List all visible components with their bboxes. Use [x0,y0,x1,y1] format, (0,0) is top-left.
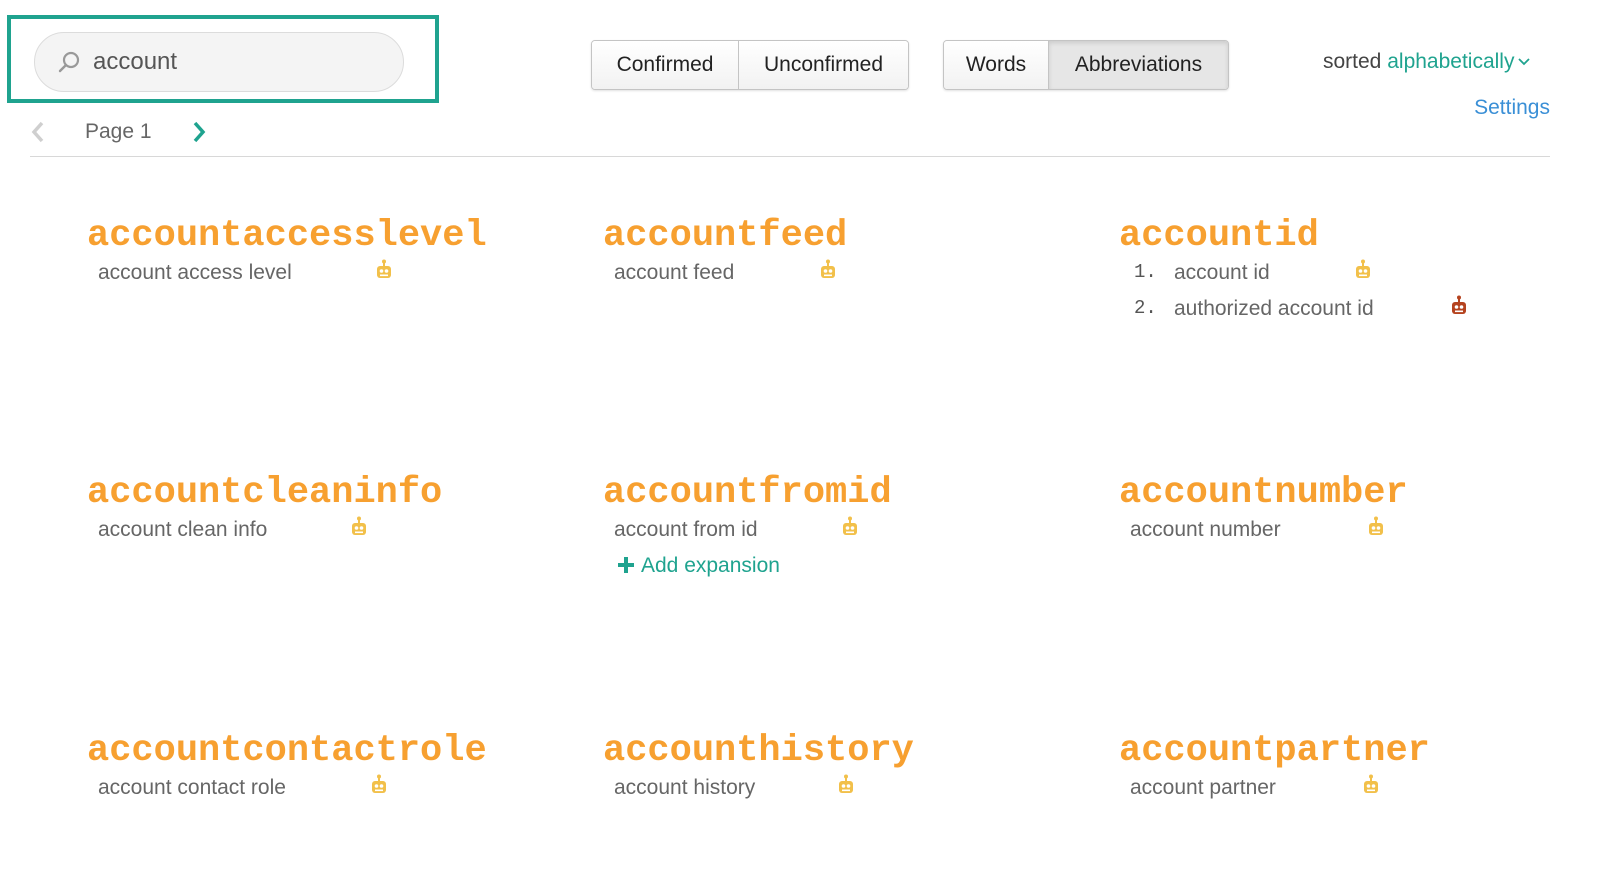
chevron-down-icon [1518,58,1531,66]
entry-card: accountnumber account number [1119,473,1589,549]
sort-prefix: sorted [1323,50,1382,73]
expansion-row: account history [603,772,1073,807]
divider [30,156,1550,157]
expansion-number: 1. [1134,261,1157,283]
abbreviations-button[interactable]: Abbreviations [1048,41,1228,89]
unconfirmed-button[interactable]: Unconfirmed [738,41,908,89]
status-filter-group: Confirmed Unconfirmed [591,40,909,90]
expansion-text: account number [1130,518,1281,541]
abbreviation-title[interactable]: accountcleaninfo [87,473,557,513]
expansion-row: account access level [87,257,557,292]
expansion-row: 2. authorized account id [1119,293,1589,328]
expansion-row: account from id [603,514,1073,549]
settings-link[interactable]: Settings [1474,96,1550,120]
expansion-text: account partner [1130,776,1276,799]
entry-card: accountfeed account feed [603,216,1073,292]
robot-icon [821,259,835,278]
robot-icon [839,774,853,793]
page-label: Page 1 [85,120,152,143]
expansion-text: account contact role [98,776,286,799]
search-highlight-frame [7,15,439,103]
entry-card: accountid 1. account id 2. authorized ac… [1119,216,1589,328]
robot-icon [377,259,391,278]
robot-icon [352,516,366,535]
entry-card: accountpartner account partner [1119,731,1589,807]
expansion-text: account from id [614,518,758,541]
abbreviation-title[interactable]: accountnumber [1119,473,1589,513]
sort-control: sorted alphabetically [1323,50,1531,74]
abbreviation-title[interactable]: accountfromid [603,473,1073,513]
confirmed-button[interactable]: Confirmed [592,41,738,89]
expansion-row: 1. account id [1119,257,1589,292]
search-box[interactable] [34,32,404,92]
expansion-row: account feed [603,257,1073,292]
robot-icon [372,774,386,793]
search-icon [58,51,80,73]
robot-icon [843,516,857,535]
add-expansion-row: Add expansion [603,550,1073,585]
expansion-number: 2. [1134,297,1157,319]
kind-filter-group: Words Abbreviations [943,40,1229,90]
abbreviation-title[interactable]: accountfeed [603,216,1073,256]
add-expansion-label: Add expansion [641,554,780,577]
add-expansion-button[interactable]: Add expansion [617,554,780,578]
expansion-text: authorized account id [1174,297,1374,320]
sort-value: alphabetically [1387,50,1515,73]
expansion-text: account access level [98,261,292,284]
search-input[interactable] [91,47,365,77]
abbreviation-title[interactable]: accountcontactrole [87,731,557,771]
expansion-text: account feed [614,261,735,284]
expansion-text: account history [614,776,756,799]
abbreviation-title[interactable]: accountid [1119,216,1589,256]
words-button[interactable]: Words [944,41,1048,89]
chevron-left-icon[interactable] [30,120,46,144]
entry-card: accountaccesslevel account access level [87,216,557,292]
expansion-row: account contact role [87,772,557,807]
sort-dropdown[interactable]: alphabetically [1387,50,1531,73]
robot-icon [1369,516,1383,535]
entry-card: accountcontactrole account contact role [87,731,557,807]
expansion-text: account clean info [98,518,268,541]
abbreviation-title[interactable]: accounthistory [603,731,1073,771]
expansion-row: account partner [1119,772,1589,807]
expansion-row: account number [1119,514,1589,549]
entry-card: accounthistory account history [603,731,1073,807]
abbreviation-title[interactable]: accountpartner [1119,731,1589,771]
plus-icon [618,557,634,573]
entry-card: accountcleaninfo account clean info [87,473,557,549]
expansion-text: account id [1174,261,1270,284]
robot-icon [1364,774,1378,793]
robot-icon [1356,259,1370,278]
chevron-right-icon[interactable] [191,120,207,144]
expansion-row: account clean info [87,514,557,549]
robot-icon [1452,295,1466,314]
abbreviation-title[interactable]: accountaccesslevel [87,216,557,256]
entry-card: accountfromid account from id Add expans… [603,473,1073,585]
